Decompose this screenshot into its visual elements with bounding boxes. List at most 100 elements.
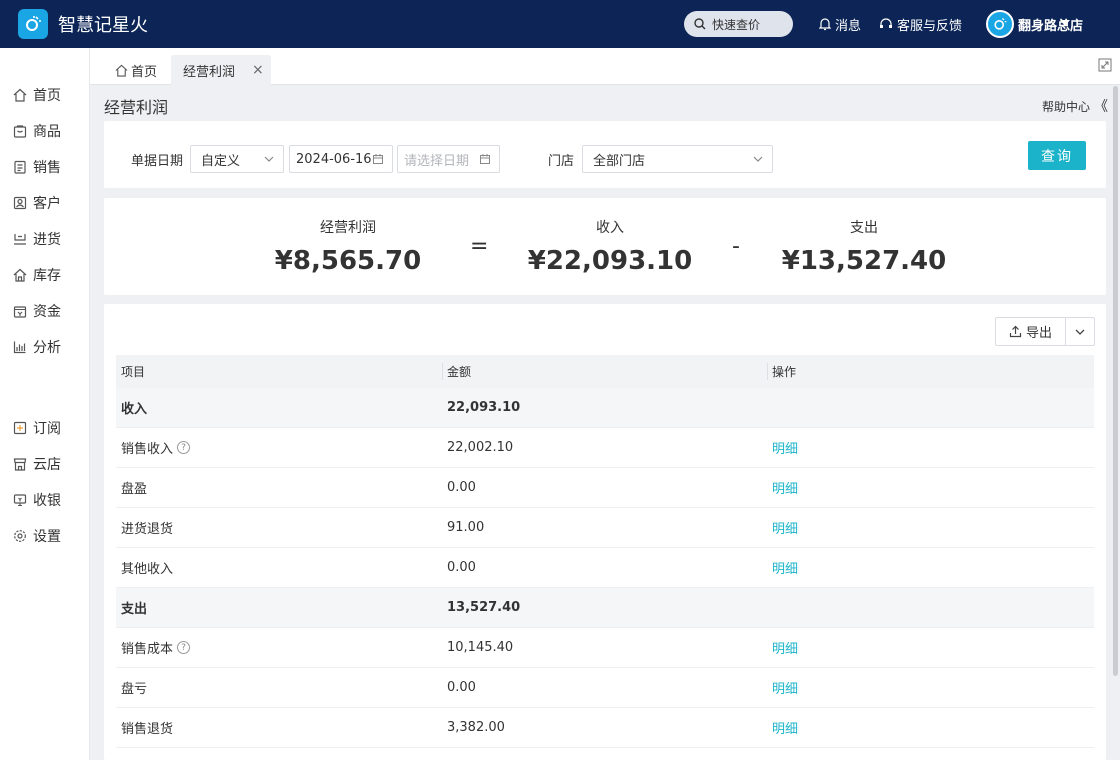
equals-sign: = bbox=[470, 234, 489, 259]
detail-link[interactable]: 明细 bbox=[772, 748, 798, 760]
double-chevron-left-icon: 《 bbox=[1094, 99, 1108, 115]
row-amount: 22,002.10 bbox=[447, 440, 514, 455]
export-dropdown[interactable] bbox=[1066, 318, 1094, 345]
table-body: 收入 22,093.10 销售收入? 22,002.10 明细 盘盈 0.00 明细 进货退货 9… bbox=[116, 388, 1094, 760]
sidebar-item-label: 分析 bbox=[33, 340, 61, 356]
spark-avatar-icon bbox=[994, 17, 1007, 30]
export-label: 导出 bbox=[1025, 326, 1052, 341]
export-button-group: 导出 bbox=[995, 317, 1095, 346]
detail-link[interactable]: 明细 bbox=[772, 508, 798, 547]
minus-sign: - bbox=[732, 234, 740, 259]
table-row: 销售成本? 10,145.40 明细 bbox=[116, 628, 1094, 668]
profit-summary: 经营利润 ¥8,565.70 = 收入 ¥22,093.10 - 支出 ¥13,… bbox=[104, 198, 1106, 295]
sidebar-item-goods[interactable]: 商品 bbox=[13, 121, 61, 141]
income-value: ¥22,093.10 bbox=[527, 246, 693, 276]
home-icon bbox=[115, 64, 128, 77]
filter-panel: 单据日期 自定义 2024-06-16 请选择日期 门店 全部门店 查询 bbox=[104, 121, 1106, 188]
row-item-label: 销售成本 bbox=[121, 642, 174, 657]
column-divider bbox=[442, 363, 443, 380]
sidebar-item-label: 销售 bbox=[33, 160, 61, 176]
sidebar-item-purchase[interactable]: 进货 bbox=[13, 229, 61, 249]
sidebar-item-label: 云店 bbox=[33, 457, 61, 473]
row-item-label: 其他收入 bbox=[121, 562, 174, 577]
row-amount: 0.00 bbox=[447, 560, 476, 575]
funds-icon bbox=[13, 306, 27, 318]
tab-operating-profit[interactable]: 经营利润 × bbox=[171, 55, 271, 85]
row-item-label: 收入 bbox=[121, 402, 148, 417]
headset-icon bbox=[880, 18, 892, 28]
app-title: 智慧记星火 bbox=[58, 15, 148, 36]
row-item-label: 销售退货 bbox=[121, 722, 174, 737]
quick-price-search[interactable]: 快速查价 bbox=[684, 11, 793, 37]
search-icon bbox=[694, 18, 706, 30]
sidebar-item-home[interactable]: 首页 bbox=[13, 85, 61, 105]
table-row: 其他收入 0.00 明细 bbox=[116, 548, 1094, 588]
sales-icon bbox=[14, 160, 26, 174]
date-mode-select[interactable]: 自定义 bbox=[190, 145, 284, 173]
sidebar-item-subscribe[interactable]: 订阅 bbox=[13, 418, 61, 438]
spark-logo-icon bbox=[26, 16, 41, 31]
income-label: 收入 bbox=[596, 220, 624, 236]
sidebar-item-label: 商品 bbox=[33, 124, 61, 140]
help-circle-icon[interactable]: ? bbox=[177, 441, 191, 454]
service-feedback-button[interactable]: 客服与反馈 bbox=[879, 15, 962, 34]
store-select-value: 全部门店 bbox=[593, 153, 646, 169]
profit-label: 经营利润 bbox=[320, 220, 376, 236]
chevron-down-icon bbox=[264, 156, 274, 162]
row-item-label: 支出 bbox=[121, 602, 148, 617]
help-center-label: 帮助中心 bbox=[1041, 99, 1090, 114]
fullscreen-icon[interactable] bbox=[1098, 58, 1112, 72]
row-item-label: 盘盈 bbox=[121, 482, 148, 497]
table-header: 项目 金额 操作 bbox=[116, 355, 1094, 388]
row-amount: 3,382.00 bbox=[447, 720, 505, 735]
end-date-input[interactable]: 请选择日期 bbox=[397, 145, 500, 173]
sidebar-item-customer[interactable]: 客户 bbox=[13, 193, 61, 213]
sidebar-item-sales[interactable]: 销售 bbox=[13, 157, 61, 177]
tab-bar: 首页 经营利润 × bbox=[90, 48, 1120, 85]
sidebar-item-inventory[interactable]: 库存 bbox=[13, 265, 61, 285]
start-date-input[interactable]: 2024-06-16 bbox=[289, 145, 393, 173]
table-group-row: 支出 13,527.40 bbox=[116, 588, 1094, 628]
detail-link[interactable]: 明细 bbox=[772, 548, 798, 587]
row-amount: 22,093.10 bbox=[447, 400, 521, 415]
header-amount: 金额 bbox=[447, 365, 472, 379]
sidebar-item-settings[interactable]: 设置 bbox=[13, 526, 61, 546]
messages-button[interactable]: 消息 bbox=[819, 15, 861, 34]
detail-link[interactable]: 明细 bbox=[772, 468, 798, 507]
detail-link[interactable]: 明细 bbox=[772, 428, 798, 467]
row-amount: 10,145.40 bbox=[447, 640, 514, 655]
customer-icon bbox=[13, 196, 27, 210]
sidebar-item-label: 设置 bbox=[33, 529, 61, 545]
top-bar: 智慧记星火 快速查价 消息 客服与反馈 翻身路总店 bbox=[0, 0, 1120, 48]
detail-link[interactable]: 明细 bbox=[772, 668, 798, 707]
table-row: 销售收入? 22,002.10 明细 bbox=[116, 428, 1094, 468]
row-item: 收入 bbox=[121, 388, 147, 427]
sidebar-item-cashier[interactable]: 收银 bbox=[13, 490, 61, 510]
help-center-link[interactable]: 帮助中心 《 bbox=[1042, 96, 1108, 116]
close-icon[interactable]: × bbox=[252, 62, 264, 78]
store-name[interactable]: 翻身路总店 bbox=[1018, 15, 1083, 34]
scrollbar[interactable] bbox=[1113, 86, 1118, 676]
purchase-icon bbox=[14, 234, 26, 245]
sidebar-item-analysis[interactable]: 分析 bbox=[13, 337, 61, 357]
end-date-placeholder: 请选择日期 bbox=[404, 153, 470, 169]
tab-home[interactable]: 首页 bbox=[115, 55, 157, 85]
sidebar-item-cloud-store[interactable]: 云店 bbox=[13, 454, 61, 474]
tab-active-label: 经营利润 bbox=[183, 64, 236, 80]
help-circle-icon[interactable]: ? bbox=[177, 641, 191, 654]
subscribe-icon bbox=[13, 421, 27, 435]
sidebar-item-funds[interactable]: 资金 bbox=[13, 301, 61, 321]
home-icon bbox=[13, 88, 27, 102]
row-item: 盘亏 bbox=[121, 668, 147, 707]
messages-label: 消息 bbox=[835, 19, 862, 34]
avatar[interactable] bbox=[986, 10, 1014, 38]
store-select[interactable]: 全部门店 bbox=[582, 145, 773, 173]
start-date-value: 2024-06-16 bbox=[296, 151, 372, 167]
detail-link[interactable]: 明细 bbox=[772, 708, 798, 747]
caret-down-icon[interactable] bbox=[1060, 20, 1070, 26]
detail-link[interactable]: 明细 bbox=[772, 628, 798, 667]
service-feedback-label: 客服与反馈 bbox=[897, 19, 963, 34]
export-button[interactable]: 导出 bbox=[996, 318, 1066, 345]
page-title: 经营利润 bbox=[104, 98, 169, 117]
query-button[interactable]: 查询 bbox=[1028, 141, 1086, 170]
